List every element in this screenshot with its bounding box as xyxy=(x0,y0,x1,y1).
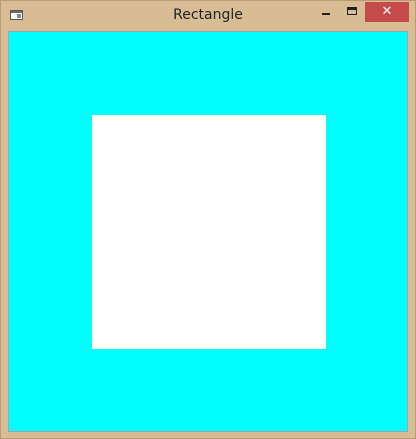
app-window: Rectangle ✕ xyxy=(0,0,416,439)
title-bar[interactable]: Rectangle ✕ xyxy=(1,1,415,31)
close-icon: ✕ xyxy=(381,4,393,19)
close-button[interactable]: ✕ xyxy=(365,2,409,22)
white-rectangle xyxy=(92,115,326,349)
minimize-button[interactable] xyxy=(313,2,339,22)
app-icon[interactable] xyxy=(10,10,23,20)
maximize-button[interactable] xyxy=(339,2,365,22)
canvas-area xyxy=(8,31,408,432)
